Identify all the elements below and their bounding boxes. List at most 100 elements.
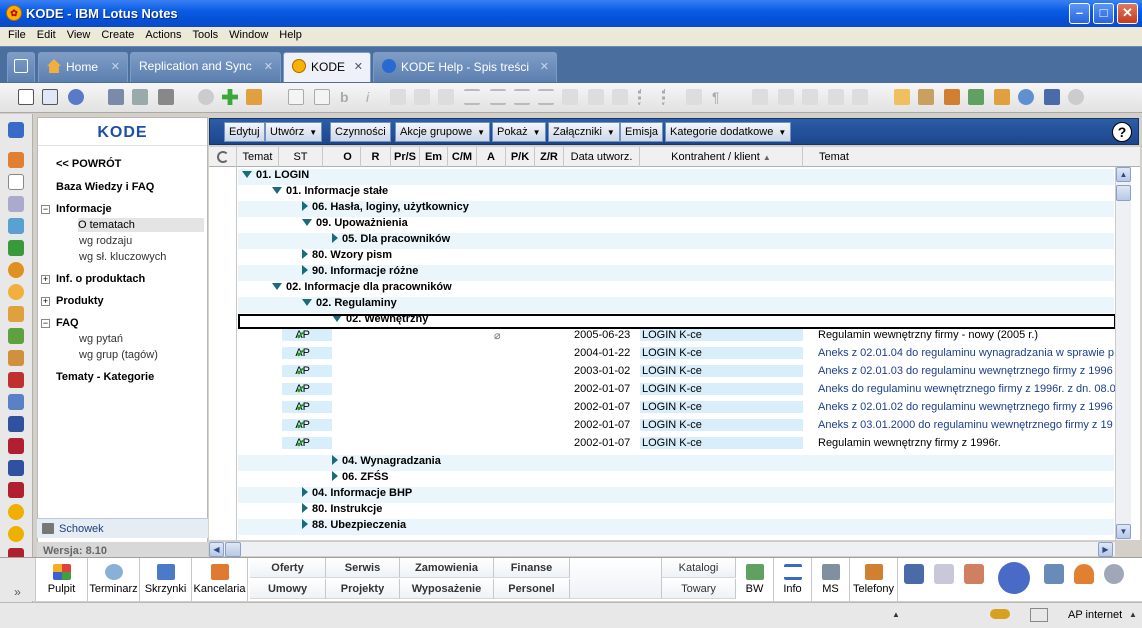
col-pk[interactable]: P/K [506,147,535,167]
category-row[interactable]: 05. Dla pracowników [238,233,1114,249]
collapse-triangle-icon[interactable] [302,219,312,226]
projekty-link[interactable]: Projekty [326,579,400,599]
table-row[interactable]: AP ✔ 2004-01-22 LOGIN K-ce Aneks z 02.01.… [238,347,1114,363]
ball-icon[interactable] [68,89,84,105]
expand-triangle-icon[interactable] [302,519,308,529]
expand-inf-produktach-icon[interactable]: + [41,275,50,284]
category-row[interactable]: 02. Informacje dla pracowników [238,281,1114,297]
italic-icon[interactable]: i [366,89,382,105]
tab-kode[interactable]: KODE ✕ [283,52,371,82]
table5-icon[interactable] [852,89,868,105]
bookmark-kode-icon[interactable] [8,262,24,278]
nav-wg-rodzaju[interactable]: wg rodzaju [79,235,132,247]
finanse-link[interactable]: Finanse [494,558,570,578]
expand-triangle-icon[interactable] [332,455,338,465]
align-left-icon[interactable] [464,89,480,105]
category-row[interactable]: 09. Upoważnienia [238,217,1114,233]
category-row[interactable]: 01. Informacje stałe [238,185,1114,201]
nav-inf-o-produktach[interactable]: Inf. o produktach [56,273,145,285]
nav-faq[interactable]: FAQ [56,317,79,329]
bookmark-db-icon[interactable] [8,284,24,300]
scroll-thumb[interactable] [1116,185,1131,201]
scroll-up-arrow-icon[interactable]: ▲ [1116,167,1131,182]
mail-icon[interactable] [944,89,960,105]
kategorie-dodatkowe-button[interactable]: Kategorie dodatkowe ▼ [665,122,792,142]
bookmark-todo-icon[interactable] [8,240,24,256]
close-tab-icon[interactable]: ✕ [354,60,363,73]
expand-triangle-icon[interactable] [302,249,308,259]
telefony-button[interactable]: Telefony [850,558,898,601]
print-icon[interactable] [132,89,148,105]
info-button[interactable]: Info [774,558,812,601]
col-cm[interactable]: C/M [448,147,477,167]
vertical-scrollbar[interactable]: ▲ ▼ [1115,167,1131,540]
open-list-button[interactable] [7,52,35,82]
skrzynki-button[interactable]: Skrzynki [140,558,192,601]
bookmark-people2-icon[interactable] [8,372,24,388]
katalogi-link[interactable]: Katalogi [662,558,736,578]
menu-tools[interactable]: Tools [184,27,223,41]
nav-produkty[interactable]: Produkty [56,295,104,307]
umowy-link[interactable]: Umowy [250,579,326,599]
selection-gutter[interactable] [209,167,237,540]
signature-icon[interactable] [1030,608,1048,622]
scroll-right-arrow-icon[interactable]: ▶ [1098,542,1113,557]
align-justify-icon[interactable] [490,89,506,105]
col-em[interactable]: Em [420,147,448,167]
category-row[interactable]: 02. Regulaminy [238,297,1114,313]
category-row[interactable]: 06. ZFŚS [238,471,1114,487]
expand-produkty-icon[interactable]: + [41,297,50,306]
wyposazenie-link[interactable]: Wyposażenie [400,579,494,599]
more-bookmarks-button[interactable]: » [0,558,36,601]
highlight-icon[interactable] [390,89,406,105]
collapse-faq-icon[interactable]: − [41,319,50,328]
table-row[interactable]: AP ✔ 2002-01-07 LOGIN K-ce Regulamin wewn… [238,437,1114,453]
col-kontrahent[interactable]: Kontrahent / klient ▲ [640,147,803,167]
nav-informacje[interactable]: Informacje [56,203,112,215]
category-row[interactable]: 04. Wynagradzania [238,455,1114,471]
collapse-triangle-icon[interactable] [272,283,282,290]
czynnosci-button[interactable]: Czynności [330,122,391,142]
folder-icon[interactable] [994,89,1010,105]
attach-icon[interactable] [198,89,214,105]
text-box-icon[interactable] [314,89,330,105]
bookmark-people5-icon[interactable] [8,482,24,498]
calendar-icon[interactable] [18,89,34,105]
clipboard-bar[interactable]: Schowek [37,518,208,538]
col-temat-subject[interactable]: Temat [803,147,1140,167]
save-icon[interactable] [108,89,124,105]
collapse-informacje-icon[interactable]: − [41,205,50,214]
attachment-paperclip-icon[interactable]: ⌀ [494,329,501,342]
menu-create[interactable]: Create [93,27,139,41]
table3-icon[interactable] [802,89,818,105]
nav-wg-slow-kluczowych[interactable]: wg sł. kluczowych [79,251,166,263]
table-row[interactable]: AP ✔ ⌀ 2005-06-23 LOGIN K-ce Regulamin we… [238,329,1114,345]
nav-back-link[interactable]: << POWRÓT [56,158,121,170]
akcje-grupowe-button[interactable]: Akcje grupowe ▼ [395,122,491,142]
add-icon[interactable] [222,89,238,105]
expand-triangle-icon[interactable] [332,233,338,243]
category-row[interactable]: 80. Instrukcje [238,503,1114,519]
table-icon[interactable] [752,89,768,105]
search-tool-icon[interactable] [904,564,924,584]
nav-o-tematach[interactable]: O tematach [78,218,204,232]
forward-icon[interactable] [968,89,984,105]
outdent-icon[interactable] [588,89,604,105]
oferty-link[interactable]: Oferty [250,558,326,578]
menu-actions[interactable]: Actions [137,27,186,41]
bookmark-mail-icon[interactable] [8,152,24,168]
category-row[interactable]: 90. Informacje różne [238,265,1114,281]
view-icon[interactable] [42,89,58,105]
spacing-icon[interactable] [612,89,628,105]
serwis-link[interactable]: Serwis [326,558,400,578]
bookmark-people-icon[interactable] [8,122,24,138]
expand-triangle-icon[interactable] [332,471,338,481]
table-row[interactable]: AP ✔ 2002-01-07 LOGIN K-ce Aneks z 03.01.… [238,419,1114,435]
bookmark-globe-icon[interactable] [8,416,24,432]
close-button[interactable]: ✕ [1117,3,1138,24]
indent-icon[interactable] [562,89,578,105]
marker-icon[interactable] [246,89,262,105]
tab-replication[interactable]: Replication and Sync ✕ [130,52,281,82]
col-r[interactable]: R [361,147,391,167]
menu-help[interactable]: Help [271,27,307,41]
